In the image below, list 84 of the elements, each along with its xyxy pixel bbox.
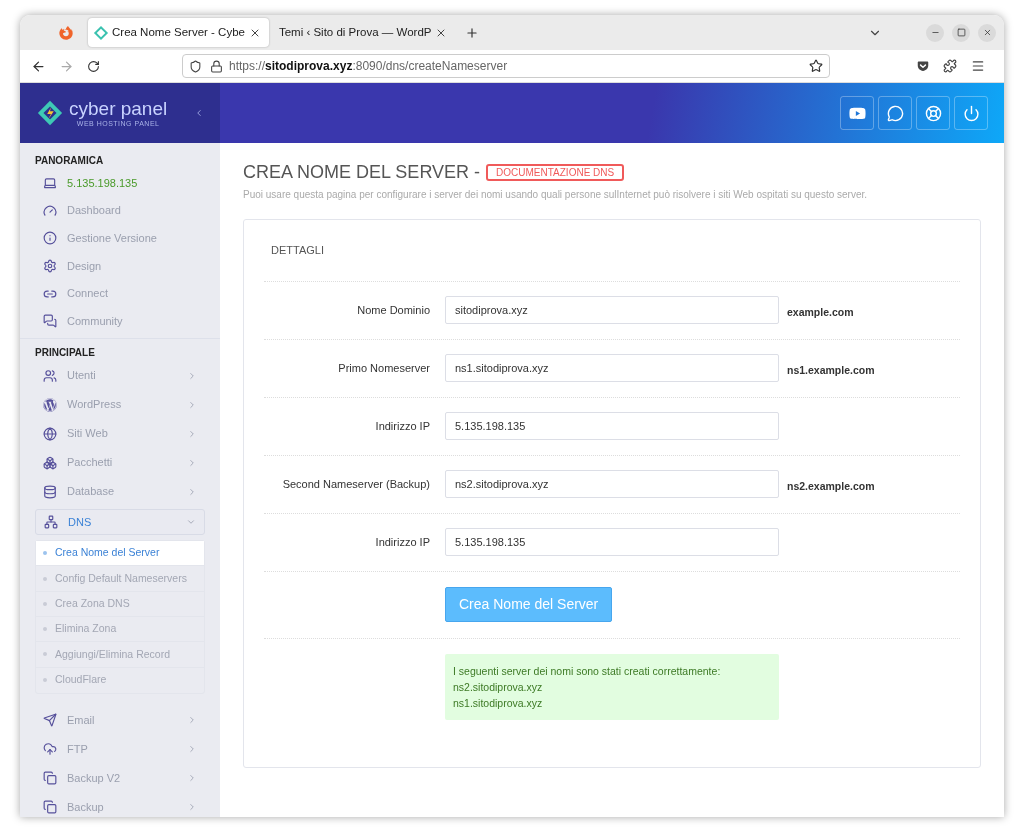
chevron-icon [187, 802, 197, 813]
submenu-item[interactable]: CloudFlare [36, 667, 204, 693]
page-title: CREA NOME DEL SERVER - [243, 161, 481, 184]
chevron-icon [187, 773, 197, 784]
sidebar-item[interactable]: Backup V2 [35, 763, 205, 793]
documentation-link[interactable]: DOCUMENTAZIONE DNS [486, 164, 625, 181]
address-bar[interactable]: https://sitodiprova.xyz:8090/dns/createNameserver [182, 54, 830, 78]
alert-message: I seguenti server dei nomi sono stati creati correttamente: [453, 663, 722, 679]
sidebar-item[interactable]: Siti Web [35, 419, 205, 449]
new-tab-icon [465, 25, 480, 40]
browser-tab[interactable]: Temi ‹ Sito di Prova — WordP [270, 18, 456, 47]
support-button[interactable] [916, 96, 950, 130]
field-label: Primo Nomeserver [337, 360, 430, 376]
field-hint: ns1.example.com [787, 363, 875, 379]
lifebuoy-icon [924, 104, 942, 122]
text-field[interactable]: 5.135.198.135 [445, 528, 779, 556]
site-favicon-icon [93, 25, 109, 40]
sidebar-item[interactable]: WordPress [35, 390, 205, 420]
sidebar-item[interactable]: Connect [35, 279, 205, 308]
section-heading: PANORAMICA [34, 153, 105, 168]
chevron-icon [187, 370, 197, 381]
nameserver-entry: ns1.sitodiprova.xyz [453, 695, 544, 711]
field-label: Indirizzo IP [374, 418, 430, 434]
submenu-item[interactable]: Crea Zona DNS [36, 591, 204, 617]
back-icon [31, 58, 46, 74]
sidebar-item[interactable]: 5.135.198.135 [35, 169, 205, 197]
chevron-icon [187, 399, 197, 410]
field-label: Second Nameserver (Backup) [281, 476, 430, 492]
sidebar-item[interactable]: Database [35, 477, 205, 507]
youtube-button[interactable] [840, 96, 874, 130]
text-field[interactable]: sitodiprova.xyz [445, 296, 779, 324]
submenu-item[interactable]: Crea Nome del Server [36, 541, 204, 567]
sidebar-item[interactable]: Pacchetti [35, 448, 205, 478]
nameserver-entry: ns2.sitodiprova.xyz [453, 679, 544, 695]
submenu-item[interactable]: Config Default Nameservers [36, 566, 204, 592]
page-description: Puoi usare questa pagina per configurare i server dei nomi usando quali persone sulInternet può risolvere i siti Web ospitati su questo server. [243, 188, 869, 202]
forward-icon [59, 58, 74, 74]
chat-button[interactable] [878, 96, 912, 130]
chevron-icon [187, 715, 197, 726]
bookmark-icon [809, 59, 823, 73]
submenu-item[interactable]: Aggiungi/Elimina Record [36, 642, 204, 668]
field-label: Nome Dominio [356, 302, 430, 318]
logout-button[interactable] [954, 96, 988, 130]
reload-icon [87, 59, 100, 73]
submenu-item[interactable]: Elimina Zona [36, 617, 204, 643]
create-button[interactable]: Crea Nome del Server [445, 587, 613, 622]
maximize-icon [956, 28, 966, 37]
logo-icon [36, 99, 64, 127]
pocket-icon[interactable] [917, 60, 929, 72]
extensions-icon [943, 59, 957, 73]
chat-icon [886, 104, 904, 122]
sidebar-item[interactable]: Backup [35, 792, 205, 817]
field-hint: ns2.example.com [787, 479, 875, 495]
text-field[interactable]: 5.135.198.135 [445, 412, 779, 440]
bullet-icon [43, 551, 47, 556]
browser-tab[interactable]: Crea Nome Server - Cybe [88, 18, 269, 47]
laptop-icon [43, 175, 57, 190]
browser-logo-icon[interactable] [59, 25, 73, 40]
field-hint: example.com [787, 305, 854, 321]
power-icon [962, 104, 980, 122]
card-heading: DETTAGLI [264, 242, 960, 282]
text-field[interactable]: ns2.sitodiprova.xyz [445, 470, 779, 498]
field-label: Indirizzo IP [374, 534, 430, 550]
shield-icon [189, 59, 202, 73]
close-icon [982, 28, 992, 37]
logo-name: cyber panel [69, 99, 168, 118]
chevron-icon [187, 744, 197, 755]
maximize-button[interactable] [952, 23, 970, 42]
chevron-icon [187, 486, 197, 497]
sidebar-item[interactable]: Email [35, 705, 205, 735]
sidebar-item[interactable]: DNS [35, 509, 205, 536]
sidebar-item[interactable]: Dashboard [35, 196, 205, 225]
sidebar-item[interactable]: Utenti [35, 361, 205, 391]
section-heading: PRINCIPALE [34, 345, 96, 360]
sidebar-item[interactable]: Gestione Versione [35, 224, 205, 253]
chevron-icon [187, 457, 197, 468]
sidebar-item[interactable]: Community [35, 307, 205, 336]
sidebar-item[interactable]: FTP [35, 734, 205, 764]
sidebar-item[interactable]: Design [35, 252, 205, 280]
lock-icon [210, 59, 223, 73]
close-button[interactable] [978, 23, 996, 42]
text-field[interactable]: ns1.sitodiprova.xyz [445, 354, 779, 382]
collapse-icon [194, 108, 204, 118]
chevron-icon [187, 428, 197, 439]
